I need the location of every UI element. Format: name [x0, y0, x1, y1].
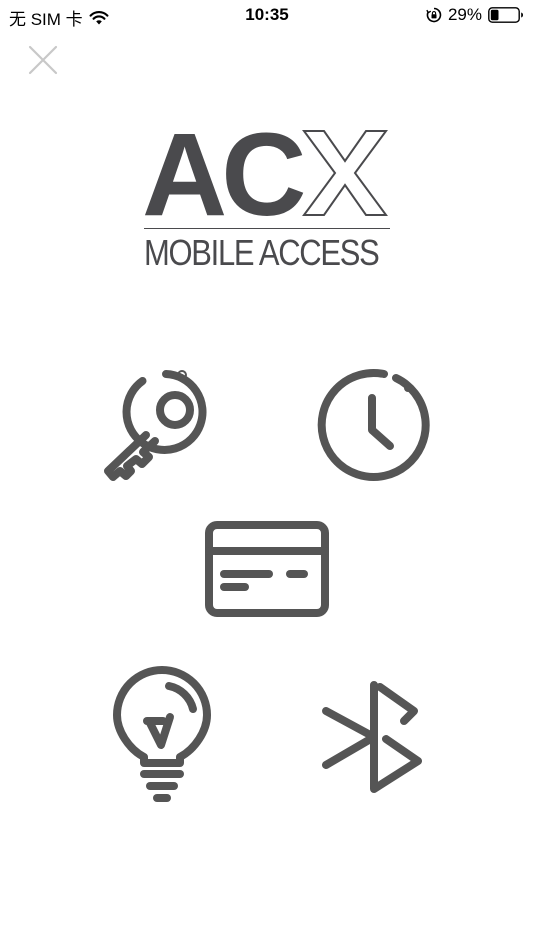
logo-x-letter [302, 130, 388, 216]
card-feature-button[interactable] [202, 518, 332, 620]
battery-percent: 29% [447, 5, 482, 24]
card-icon [205, 521, 329, 617]
clock-feature-button[interactable] [314, 366, 434, 486]
lightbulb-icon [113, 666, 211, 802]
status-bar: 无 SIM 卡 10:35 29% [0, 0, 534, 32]
lightbulb-feature-button[interactable] [107, 665, 217, 807]
logo-wordmark: AC [142, 109, 306, 241]
logo-subtitle: MOBILE ACCESS [144, 232, 380, 273]
clock-icon [317, 368, 430, 481]
rotation-lock-icon [426, 7, 442, 23]
bluetooth-feature-button[interactable] [316, 677, 432, 799]
bluetooth-icon [322, 681, 422, 793]
close-button[interactable] [27, 44, 59, 76]
status-right: 29% [426, 5, 524, 25]
acx-logo: AC MOBILE ACCESS [140, 109, 394, 275]
close-icon [28, 45, 58, 75]
logo-divider [144, 228, 390, 229]
battery-icon [488, 7, 523, 23]
key-feature-button[interactable] [100, 365, 222, 487]
key-icon [104, 370, 207, 481]
